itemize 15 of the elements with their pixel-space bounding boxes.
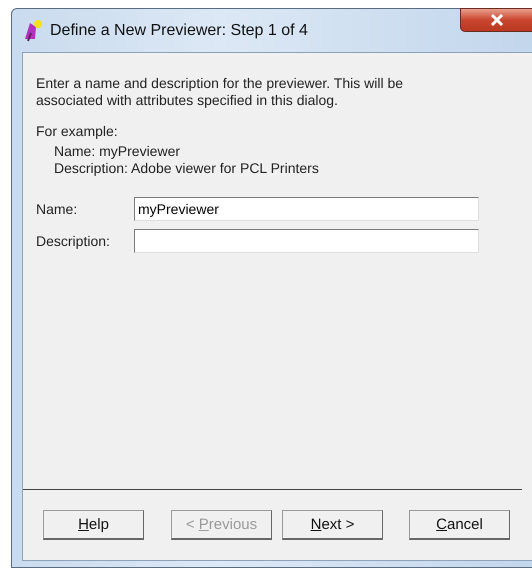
close-icon [490,14,504,26]
wizard-icon [22,18,44,42]
example-line: Name: myPreviewer [54,143,182,160]
dialog-button[interactable]: Cancel [409,510,510,540]
intro-text: Enter a name and description for the previewer. This will be associated with attributes specified in this dialog. [36,75,404,109]
field-label: Name: [36,201,78,217]
input-field[interactable] [134,229,479,253]
dialog-button[interactable]: Help [43,510,144,540]
example-heading: For example: [36,123,119,139]
input-field[interactable]: myPreviewer [134,197,479,221]
dialog-button[interactable]: Next > [282,510,383,540]
close-button[interactable] [460,8,532,32]
window-title: Define a New Previewer: Step 1 of 4 [50,22,308,40]
example-line: Description: Adobe viewer for PCL Printers [54,160,320,177]
field-label: Description: [36,233,111,249]
